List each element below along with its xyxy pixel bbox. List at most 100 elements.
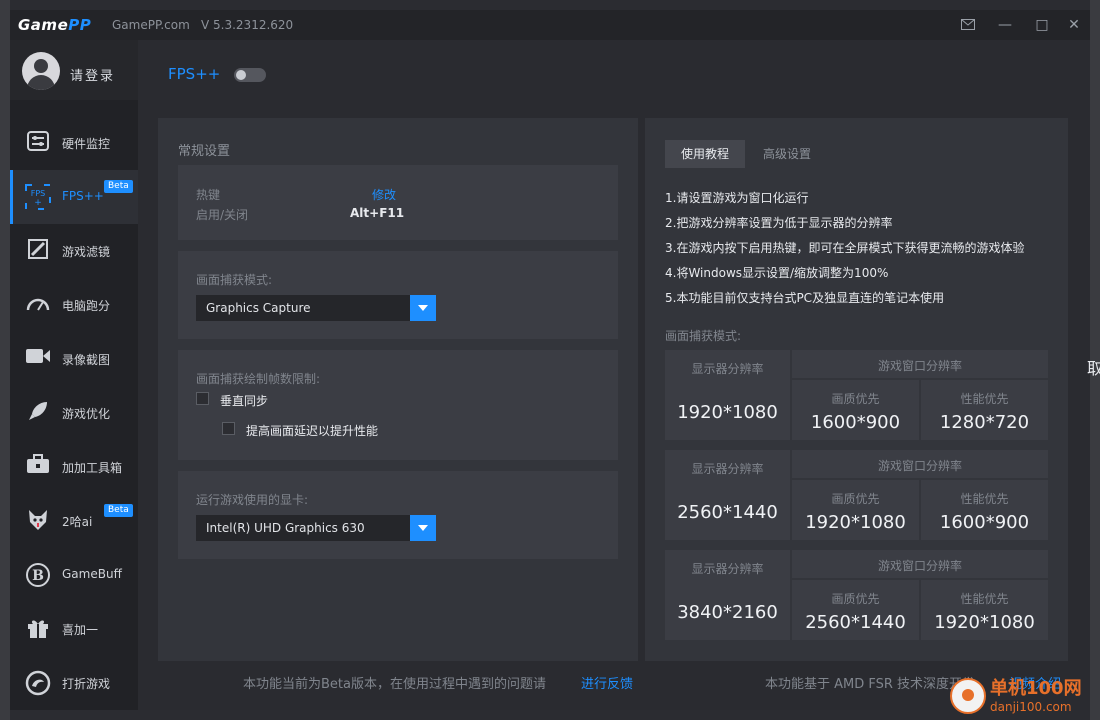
sidebar-item-label: GameBuff — [62, 567, 122, 581]
sidebar-item-hardware[interactable]: 硬件监控 — [10, 116, 138, 170]
version-label: V 5.3.2312.620 — [201, 18, 294, 32]
filter-icon — [24, 238, 52, 264]
monitor-res-label: 显示器分辨率 — [691, 562, 764, 576]
watermark-logo-icon — [950, 678, 986, 714]
camera-icon — [24, 346, 52, 372]
gauge-icon — [24, 292, 52, 318]
tutorial-step: 4.将Windows显示设置/缩放调整为100% — [665, 266, 889, 280]
chevron-down-icon[interactable] — [410, 295, 436, 321]
mail-icon[interactable] — [958, 15, 978, 35]
capture-mode-label: 画面捕获模式: — [196, 273, 273, 287]
hotkey-value: Alt+F11 — [350, 206, 405, 220]
sidebar-item-freebies[interactable]: 喜加一 — [10, 602, 138, 656]
toolbox-icon — [24, 454, 52, 480]
sidebar-item-label: 电脑跑分 — [62, 299, 111, 313]
sidebar-item-label: 游戏优化 — [62, 407, 111, 421]
quality-value: 1920*1080 — [805, 512, 906, 533]
window-res-header: 游戏窗口分辨率 — [792, 450, 1048, 478]
sidebar-item-discount[interactable]: 打折游戏 — [10, 656, 138, 710]
user-area[interactable]: 请登录 — [10, 40, 138, 100]
latency-checkbox[interactable] — [222, 422, 235, 435]
sidebar-item-optimize[interactable]: 游戏优化 — [10, 386, 138, 440]
monitor-res-label: 显示器分辨率 — [691, 462, 764, 476]
edit-hotkey-link[interactable]: 修改 — [372, 186, 396, 203]
sidebar-item-label: 录像截图 — [62, 353, 111, 367]
capture-mode-caption: 画面捕获模式: — [665, 329, 742, 343]
login-label[interactable]: 请登录 — [70, 65, 115, 84]
capture-mode-card: 画面捕获模式: Graphics Capture — [178, 251, 618, 339]
vsync-label: 垂直同步 — [220, 394, 269, 408]
window-res-label: 游戏窗口分辨率 — [877, 359, 962, 373]
sidebar-item-label: 游戏滤镜 — [62, 245, 111, 259]
quality-cell: 画质优先 1920*1080 — [792, 480, 919, 540]
sidebar-item-2haai[interactable]: 2哈ai Beta — [10, 494, 138, 548]
monitor-res-value: 1920*1080 — [677, 402, 778, 423]
quality-value: 2560*1440 — [805, 612, 906, 633]
sidebar-item-gamebuff[interactable]: B GameBuff — [10, 548, 138, 602]
svg-text:B: B — [32, 568, 44, 584]
performance-label: 性能优先 — [960, 492, 1009, 506]
fps-toggle[interactable] — [234, 68, 266, 82]
window-res-label: 游戏窗口分辨率 — [877, 559, 962, 573]
backdrop-left — [0, 0, 10, 720]
tutorial-step: 2.把游戏分辨率设置为低于显示器的分辨率 — [665, 216, 893, 230]
frame-limit-label: 画面捕获绘制帧数限制: — [196, 372, 321, 386]
gpu-label: 运行游戏使用的显卡: — [196, 493, 309, 507]
quality-cell: 画质优先 2560*1440 — [792, 580, 919, 640]
sidebar-item-label: 加加工具箱 — [62, 461, 123, 475]
beta-note: 本功能当前为Beta版本，在使用过程中遇到的问题请 — [243, 677, 546, 692]
quality-value: 1600*900 — [810, 412, 901, 433]
tutorial-step: 3.在游戏内按下启用热键，即可在全屏模式下获得更流畅的游戏体验 — [665, 241, 1025, 255]
tab-usage[interactable]: 使用教程 — [665, 140, 746, 168]
tutorial-step: 1.请设置游戏为窗口化运行 — [665, 191, 809, 205]
vsync-checkbox[interactable] — [196, 392, 209, 405]
site-url: GamePP.com — [112, 18, 190, 32]
hotkey-card: 热键 修改 启用/关闭 Alt+F11 — [178, 165, 618, 240]
quality-label: 画质优先 — [831, 592, 880, 606]
toggle-label: 启用/关闭 — [196, 208, 249, 222]
monitor-cell: 显示器分辨率 2560*1440 — [665, 450, 790, 540]
page-title: FPS++ — [168, 65, 221, 83]
latency-label: 提高画面延迟以提升性能 — [246, 424, 379, 438]
fps-icon: FPS + — [24, 184, 52, 210]
window-res-header: 游戏窗口分辨率 — [792, 350, 1048, 378]
fsr-note: 本功能基于 AMD FSR 技术深度开发 — [765, 677, 976, 692]
tutorial-step: 5.本功能目前仅支持台式PC及独显直连的笔记本使用 — [665, 291, 945, 305]
discount-icon — [24, 670, 52, 696]
sidebar-item-filter[interactable]: 游戏滤镜 — [10, 224, 138, 278]
chevron-down-icon[interactable] — [410, 515, 436, 541]
restore-button[interactable]: □ — [1032, 15, 1052, 35]
performance-cell: 性能优先 1920*1080 — [921, 580, 1048, 640]
performance-cell: 性能优先 1600*900 — [921, 480, 1048, 540]
toggle-knob — [236, 70, 246, 80]
sidebar-item-label: 喜加一 — [62, 623, 99, 637]
title-bar[interactable]: GamePP GamePP.com V 5.3.2312.620 — □ ✕ — [10, 10, 1090, 40]
avatar[interactable] — [22, 52, 60, 90]
sidebar-item-toolbox[interactable]: 加加工具箱 — [10, 440, 138, 494]
watermark-name: 单机100网 — [990, 678, 1082, 699]
monitor-cell: 显示器分辨率 1920*1080 — [665, 350, 790, 440]
hotkey-label: 热键 — [196, 188, 221, 202]
close-button[interactable]: ✕ — [1064, 15, 1084, 35]
husky-icon — [24, 508, 52, 534]
gift-icon — [24, 616, 52, 642]
sidebar-item-label: 硬件监控 — [62, 137, 111, 151]
general-settings-panel: 常规设置 热键 修改 启用/关闭 Alt+F11 画面捕获模式: Graphic… — [158, 118, 638, 661]
capture-mode-select[interactable]: Graphics Capture — [196, 295, 436, 321]
sidebar-item-label: FPS++ — [62, 189, 104, 203]
tab-advanced[interactable]: 高级设置 — [747, 140, 827, 168]
rocket-icon — [24, 400, 52, 426]
sidebar: 请登录 硬件监控 FPS + FPS++ Beta 游戏滤镜 电脑跑分 录像截图… — [10, 40, 138, 710]
app-logo: GamePP — [18, 16, 91, 34]
sidebar-item-benchmark[interactable]: 电脑跑分 — [10, 278, 138, 332]
gpu-select[interactable]: Intel(R) UHD Graphics 630 — [196, 515, 436, 541]
feedback-link[interactable]: 进行反馈 — [581, 673, 633, 692]
performance-value: 1600*900 — [939, 512, 1030, 533]
sidebar-item-record[interactable]: 录像截图 — [10, 332, 138, 386]
window-res-header: 游戏窗口分辨率 — [792, 550, 1048, 578]
sidebar-item-fps[interactable]: FPS + FPS++ Beta — [10, 170, 138, 224]
svg-text:+: + — [34, 198, 42, 208]
beta-badge: Beta — [104, 180, 133, 193]
gpu-card: 运行游戏使用的显卡: Intel(R) UHD Graphics 630 — [178, 471, 618, 559]
minimize-button[interactable]: — — [995, 15, 1015, 35]
